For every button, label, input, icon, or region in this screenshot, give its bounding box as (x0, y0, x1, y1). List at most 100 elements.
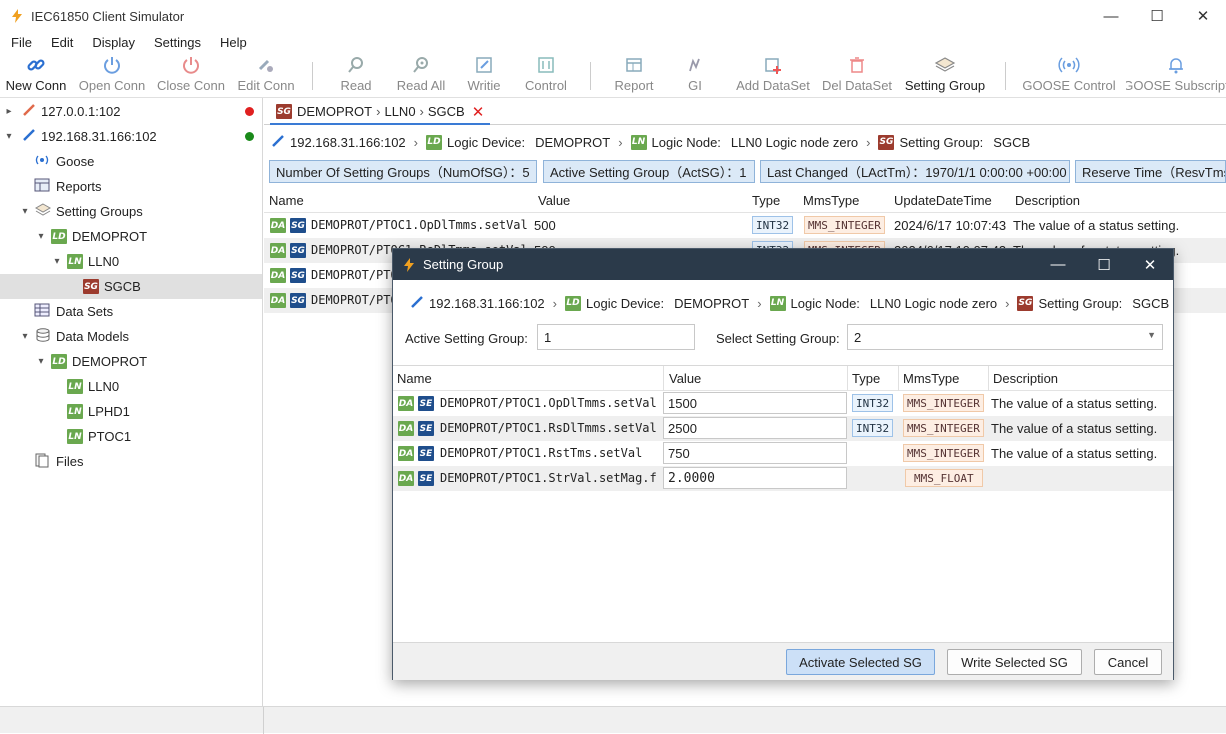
read-all-label: Read All (396, 78, 446, 93)
table-row[interactable]: DA SE DEMOPROT/PTOC1.RstTms.setVal 750 M… (393, 441, 1173, 466)
del-dataset-button[interactable]: Del DataSet (820, 52, 894, 98)
chevron-right-icon: › (413, 134, 419, 150)
tree-label: DEMOPROT (72, 229, 148, 244)
da-icon: DA (398, 421, 414, 436)
maximize-button[interactable]: ☐ (1134, 0, 1180, 32)
table-row[interactable]: DA SG DEMOPROT/PTOC1.OpDlTmms.setVal 500… (264, 213, 1226, 238)
tree-item-data-sets[interactable]: Data Sets (0, 299, 262, 324)
chevron-down-icon[interactable]: ▾ (36, 356, 46, 367)
goose-control-button[interactable]: GOOSE Control (1022, 52, 1116, 98)
write-selected-sg-button[interactable]: Write Selected SG (947, 649, 1082, 675)
tree-item-setting-groups[interactable]: ▾ Setting Groups (0, 199, 262, 224)
trash-icon (847, 52, 867, 78)
minimize-button[interactable]: — (1088, 0, 1134, 32)
dialog-breadcrumb: 192.168.31.166:102 › LD Logic Device: DE… (393, 289, 1173, 317)
tree-item-sg-ld[interactable]: ▾ LD DEMOPROT (0, 224, 262, 249)
chevron-down-icon[interactable]: ▾ (4, 131, 14, 142)
dialog-minimize-button[interactable]: — (1035, 249, 1081, 280)
broadcast-icon (1058, 52, 1080, 78)
tree-item-reports[interactable]: Reports (0, 174, 262, 199)
ln-icon: LN (67, 404, 83, 419)
files-icon (34, 452, 50, 471)
sg-icon: SG (290, 268, 306, 283)
column-header-description[interactable]: Description (993, 371, 1058, 386)
chevron-down-icon[interactable]: ▾ (36, 231, 46, 242)
menu-settings[interactable]: Settings (143, 35, 209, 50)
goose-subscript-label: GOOSE Subscript (1126, 78, 1226, 93)
setting-group-button[interactable]: Setting Group (903, 52, 987, 98)
menu-display[interactable]: Display (81, 35, 143, 50)
open-conn-button[interactable]: Open Conn (76, 52, 148, 98)
tree-item-conn1[interactable]: ▸ 127.0.0.1:102 (0, 99, 262, 124)
column-header-value[interactable]: Value (669, 371, 701, 386)
edit-conn-button[interactable]: Edit Conn (234, 52, 298, 98)
value-input[interactable]: 750 (663, 442, 847, 464)
select-sg-dropdown[interactable]: 2 ▼ (847, 324, 1163, 350)
chevron-right-icon[interactable]: ▸ (4, 106, 14, 117)
tree-item-sgcb[interactable]: SG SGCB (0, 274, 262, 299)
column-header-name[interactable]: Name (269, 193, 304, 208)
column-header-type[interactable]: Type (752, 193, 780, 208)
report-button[interactable]: Report (610, 52, 658, 98)
tree-item-goose[interactable]: Goose (0, 149, 262, 174)
tree-item-dm-lphd1[interactable]: LN LPHD1 (0, 399, 262, 424)
menu-edit[interactable]: Edit (40, 35, 81, 50)
read-button[interactable]: Read (334, 52, 378, 98)
row-name: DEMOPROT/PTOC1.StrVal.setMag.f (440, 471, 657, 485)
column-header-value[interactable]: Value (538, 193, 570, 208)
link-icon (409, 294, 425, 313)
chevron-down-icon[interactable]: ▾ (20, 331, 30, 342)
column-header-type[interactable]: Type (852, 371, 880, 386)
tree-item-dm-ld[interactable]: ▾ LD DEMOPROT (0, 349, 262, 374)
table-row[interactable]: DA SE DEMOPROT/PTOC1.StrVal.setMag.f 2.0… (393, 466, 1173, 491)
sg-icon: SG (276, 104, 292, 119)
activate-selected-sg-button[interactable]: Activate Selected SG (786, 649, 935, 675)
chevron-down-icon[interactable]: ▾ (20, 206, 30, 217)
tree-item-files[interactable]: Files (0, 449, 262, 474)
cancel-button[interactable]: Cancel (1094, 649, 1162, 675)
tree-item-conn2[interactable]: ▾ 192.168.31.166:102 (0, 124, 262, 149)
control-button[interactable]: Control (520, 52, 572, 98)
breadcrumb-ln-label: Logic Node: (790, 295, 860, 311)
tree-item-dm-lln0[interactable]: LN LLN0 (0, 374, 262, 399)
write-button[interactable]: Writie (462, 52, 506, 98)
column-header-mmstype[interactable]: MmsType (803, 193, 859, 208)
menu-help[interactable]: Help (209, 35, 255, 50)
dialog-maximize-button[interactable]: ☐ (1081, 249, 1127, 280)
table-row[interactable]: DA SE DEMOPROT/PTOC1.RsDlTmms.setVal 250… (393, 416, 1173, 441)
close-window-button[interactable]: ✕ (1180, 0, 1226, 32)
chevron-down-icon[interactable]: ▾ (52, 256, 62, 267)
column-header-name[interactable]: Name (397, 371, 432, 386)
value-input[interactable]: 1500 (663, 392, 847, 414)
goose-subscript-button[interactable]: GOOSE Subscript (1126, 52, 1226, 98)
tree-item-dm-ptoc1[interactable]: LN PTOC1 (0, 424, 262, 449)
tab-label-ln: LLN0 (384, 104, 416, 119)
tab-sgcb[interactable]: SG DEMOPROT › LLN0 › SGCB ✕ (270, 100, 491, 125)
menu-file[interactable]: File (0, 35, 40, 50)
add-dataset-button[interactable]: Add DataSet (734, 52, 812, 98)
tree-item-sg-ln[interactable]: ▾ LN LLN0 (0, 249, 262, 274)
type-tag: INT32 (852, 419, 894, 437)
tree-item-data-models[interactable]: ▾ Data Models (0, 324, 262, 349)
table-row[interactable]: DA SE DEMOPROT/PTOC1.OpDlTmms.setVal 150… (393, 391, 1173, 416)
column-divider (663, 366, 664, 391)
ld-icon: LD (426, 134, 443, 150)
mmstype-tag: MMS_INTEGER (903, 444, 984, 462)
da-icon: DA (398, 396, 414, 411)
tree-label: Data Sets (56, 304, 114, 319)
sg-icon: SG (290, 293, 306, 308)
column-header-mmstype[interactable]: MmsType (903, 371, 959, 386)
column-header-updatetime[interactable]: UpdateDateTime (894, 193, 992, 208)
report-table-icon (624, 52, 644, 78)
tab-label-sg: SGCB (427, 104, 465, 119)
new-conn-button[interactable]: New Conn (4, 52, 68, 98)
close-conn-button[interactable]: Close Conn (155, 52, 227, 98)
gi-button[interactable]: GI (680, 52, 710, 98)
value-input[interactable]: 2500 (663, 417, 847, 439)
value-input[interactable]: 2.0000 (663, 467, 847, 489)
column-header-description[interactable]: Description (1015, 193, 1080, 208)
close-tab-icon[interactable]: ✕ (472, 103, 485, 121)
read-all-button[interactable]: Read All (394, 52, 448, 98)
dialog-close-button[interactable]: ✕ (1127, 249, 1173, 280)
control-label: Control (525, 78, 567, 93)
